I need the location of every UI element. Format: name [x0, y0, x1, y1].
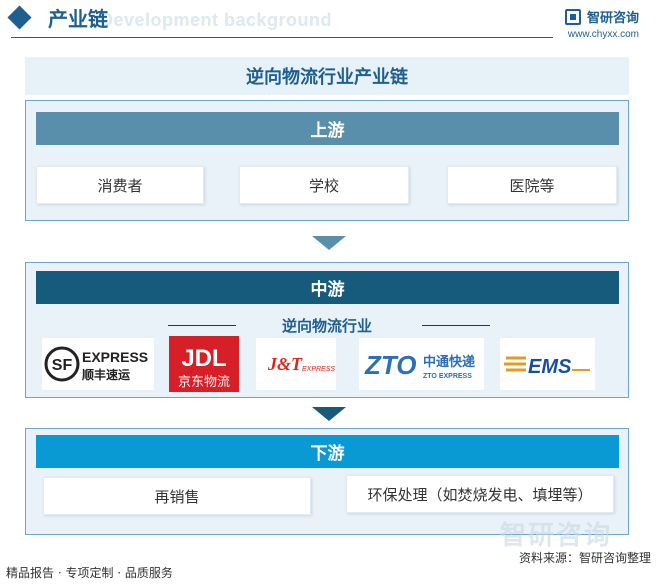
footer-tagline: 精品报告 · 专项定制 · 品质服务 — [6, 566, 173, 580]
source-note: 资料来源：智研咨询整理 — [518, 551, 651, 565]
sf-express-logo-icon: SF EXPRESS 顺丰速运 — [44, 346, 148, 382]
footer-watermark: 智研咨询 — [500, 521, 613, 551]
midstream-section: 中游 逆向物流行业 SF EXPRESS 顺丰速运 JDL 京东物流 J&T E… — [25, 262, 629, 398]
jdl-logo-icon: JDL 京东物流 — [178, 345, 230, 390]
midstream-subtitle: 逆向物流行业 — [281, 317, 372, 335]
brand-url: www.chyxx.com — [567, 29, 639, 40]
jt-express-logo-icon: J&T EXPRESS — [267, 354, 335, 374]
diagram-title: 逆向物流行业产业链 — [25, 57, 629, 95]
zto-logo-icon: ZTO 中通快递 ZTO EXPRESS — [364, 350, 475, 380]
header-divider — [11, 37, 553, 38]
flow-arrow-down-icon — [312, 236, 346, 250]
svg-text:中通快递: 中通快递 — [423, 354, 475, 370]
upstream-item-schools: 学校 — [239, 166, 409, 204]
logo-zto: ZTO 中通快递 ZTO EXPRESS — [359, 338, 484, 390]
svg-text:EXPRESS: EXPRESS — [302, 366, 335, 373]
upstream-item-hospitals: 医院等 — [447, 166, 617, 204]
svg-text:EMS: EMS — [528, 356, 572, 378]
svg-text:EXPRESS: EXPRESS — [82, 349, 148, 365]
svg-text:J&T: J&T — [267, 354, 303, 374]
svg-text:京东物流: 京东物流 — [178, 375, 230, 390]
logo-ems: EMS — [500, 338, 595, 390]
svg-text:JDL: JDL — [181, 345, 226, 372]
logo-jt-express: J&T EXPRESS — [256, 338, 336, 390]
logo-jdl: JDL 京东物流 — [169, 336, 239, 392]
ems-logo-icon: EMS — [504, 356, 590, 378]
brand-mark-icon — [564, 8, 581, 25]
flow-arrow-down-icon — [312, 407, 346, 421]
brand-name: 智研咨询 — [586, 11, 639, 26]
downstream-item-resale: 再销售 — [43, 477, 311, 515]
upstream-item-consumers: 消费者 — [36, 166, 204, 204]
logo-sf-express: SF EXPRESS 顺丰速运 — [42, 338, 154, 390]
brand-logo: 智研咨询 — [564, 7, 639, 26]
svg-text:顺丰速运: 顺丰速运 — [82, 367, 130, 382]
svg-text:ZTO EXPRESS: ZTO EXPRESS — [423, 373, 472, 380]
header-watermark: Development background — [100, 10, 333, 30]
svg-text:SF: SF — [52, 357, 73, 374]
downstream-header: 下游 — [36, 435, 619, 468]
upstream-header: 上游 — [36, 112, 619, 145]
page-title: 产业链 — [48, 7, 108, 31]
midstream-header: 中游 — [36, 271, 619, 304]
upstream-section: 上游 消费者 学校 医院等 — [25, 100, 629, 221]
downstream-item-environmental: 环保处理（如焚烧发电、填埋等） — [346, 475, 614, 513]
svg-text:ZTO: ZTO — [364, 350, 417, 380]
header-diamond-icon — [7, 5, 32, 30]
